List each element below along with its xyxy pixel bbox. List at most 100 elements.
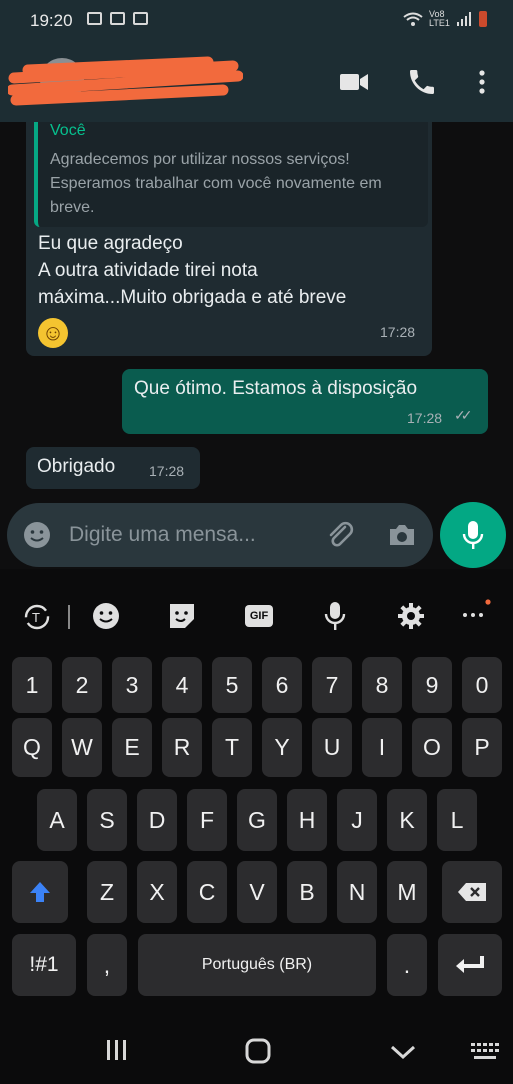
check-notification-icon <box>133 12 148 25</box>
key-1[interactable]: 1 <box>12 657 52 713</box>
message-input[interactable]: Digite uma mensa... <box>69 523 256 547</box>
key-p[interactable]: P <box>462 718 502 777</box>
message-bubble-incoming[interactable]: Você Agradecemos por utilizar nossos ser… <box>26 122 432 356</box>
message-line: máxima...Muito obrigada e até breve <box>38 287 347 308</box>
more-options-icon[interactable] <box>470 66 494 98</box>
key-r[interactable]: R <box>162 718 202 777</box>
key-h[interactable]: H <box>287 789 327 851</box>
shift-arrow-icon <box>30 882 50 902</box>
attach-icon[interactable] <box>325 519 355 549</box>
quoted-author: Você <box>50 122 86 139</box>
signal-icon <box>457 12 471 26</box>
key-k[interactable]: K <box>387 789 427 851</box>
voice-input-icon[interactable] <box>323 600 347 632</box>
svg-text:T: T <box>32 610 40 625</box>
settings-gear-icon[interactable] <box>396 601 426 631</box>
status-bar: 19:20 Vo8 LTE1 <box>0 0 513 42</box>
message-text: Que ótimo. Estamos à disposição <box>134 378 418 399</box>
home-icon[interactable] <box>245 1038 271 1064</box>
key-j[interactable]: J <box>337 789 377 851</box>
key-z[interactable]: Z <box>87 861 127 923</box>
key-q[interactable]: Q <box>12 718 52 777</box>
status-right: Vo8 LTE1 <box>403 10 487 28</box>
enter-icon <box>456 956 484 973</box>
key-2[interactable]: 2 <box>62 657 102 713</box>
message-bubble-outgoing[interactable]: Que ótimo. Estamos à disposição 17:28 ✓✓ <box>122 369 488 434</box>
gif-button[interactable]: GIF <box>245 605 273 627</box>
translate-icon[interactable]: T <box>22 602 52 632</box>
phone-icon[interactable] <box>406 66 438 98</box>
key-v[interactable]: V <box>237 861 277 923</box>
key-4[interactable]: 4 <box>162 657 202 713</box>
key-9[interactable]: 9 <box>412 657 452 713</box>
key-s[interactable]: S <box>87 789 127 851</box>
key-6[interactable]: 6 <box>262 657 302 713</box>
key-x[interactable]: X <box>137 861 177 923</box>
message-bubble-incoming[interactable]: Obrigado 17:28 <box>26 447 200 489</box>
network-label: Vo8 LTE1 <box>429 9 450 28</box>
key-e[interactable]: E <box>112 718 152 777</box>
voice-record-button[interactable] <box>440 502 506 568</box>
message-line: Eu que agradeço <box>38 233 183 254</box>
period-key[interactable]: . <box>387 934 427 996</box>
key-a[interactable]: A <box>37 789 77 851</box>
video-call-icon[interactable] <box>338 66 370 98</box>
key-o[interactable]: O <box>412 718 452 777</box>
notification-icons <box>87 12 148 25</box>
read-ticks-icon: ✓✓ <box>454 407 473 423</box>
voicemail-notification-icon <box>110 12 125 25</box>
enter-key[interactable] <box>438 934 502 996</box>
back-chevron-icon[interactable] <box>390 1044 416 1060</box>
keyboard-toggle-icon[interactable] <box>470 1042 500 1062</box>
key-5[interactable]: 5 <box>212 657 252 713</box>
camera-icon[interactable] <box>387 521 417 549</box>
key-d[interactable]: D <box>137 789 177 851</box>
keyboard: T GIF 1234567890 QWERTYUIOP ASDFGHJKL ZX… <box>0 569 513 1004</box>
message-time: 17:28 <box>149 463 185 479</box>
chat-area: Você Agradecemos por utilizar nossos ser… <box>0 122 513 569</box>
toolbar-divider <box>68 605 70 629</box>
navigation-bar <box>0 1004 513 1084</box>
key-3[interactable]: 3 <box>112 657 152 713</box>
backspace-icon <box>458 883 486 901</box>
key-g[interactable]: G <box>237 789 277 851</box>
key-t[interactable]: T <box>212 718 252 777</box>
quoted-text: Agradecemos por utilizar nossos serviços… <box>50 151 382 216</box>
space-key[interactable]: Português (BR) <box>138 934 376 996</box>
shift-key[interactable] <box>12 861 68 923</box>
comma-key[interactable]: , <box>87 934 127 996</box>
sticker-icon[interactable] <box>168 602 196 630</box>
key-l[interactable]: L <box>437 789 477 851</box>
key-w[interactable]: W <box>62 718 102 777</box>
smiling-emoji-icon: ☺ <box>38 318 68 348</box>
key-n[interactable]: N <box>337 861 377 923</box>
message-line: A outra atividade tirei nota <box>38 260 258 281</box>
battery-icon <box>479 11 487 27</box>
gallery-notification-icon <box>87 12 102 25</box>
wifi-icon <box>403 12 423 26</box>
more-toolbar-icon[interactable] <box>460 599 492 623</box>
key-i[interactable]: I <box>362 718 402 777</box>
key-m[interactable]: M <box>387 861 427 923</box>
redacted-contact-name[interactable] <box>8 56 243 108</box>
status-time: 19:20 <box>30 11 73 30</box>
message-input-bar: Digite uma mensa... <box>7 503 433 567</box>
chat-header <box>0 42 513 122</box>
emoji-icon[interactable] <box>23 521 51 549</box>
recent-apps-icon[interactable] <box>105 1039 129 1061</box>
key-8[interactable]: 8 <box>362 657 402 713</box>
key-f[interactable]: F <box>187 789 227 851</box>
key-b[interactable]: B <box>287 861 327 923</box>
message-text: Obrigado <box>37 456 116 477</box>
message-time: 17:28 <box>407 410 443 426</box>
key-0[interactable]: 0 <box>462 657 502 713</box>
key-u[interactable]: U <box>312 718 352 777</box>
key-7[interactable]: 7 <box>312 657 352 713</box>
key-y[interactable]: Y <box>262 718 302 777</box>
message-time: 17:28 <box>380 324 416 340</box>
backspace-key[interactable] <box>442 861 502 923</box>
quoted-message[interactable]: Você Agradecemos por utilizar nossos ser… <box>34 122 428 227</box>
symbols-key[interactable]: !#1 <box>12 934 76 996</box>
emoji-keyboard-icon[interactable] <box>92 602 120 630</box>
key-c[interactable]: C <box>187 861 227 923</box>
